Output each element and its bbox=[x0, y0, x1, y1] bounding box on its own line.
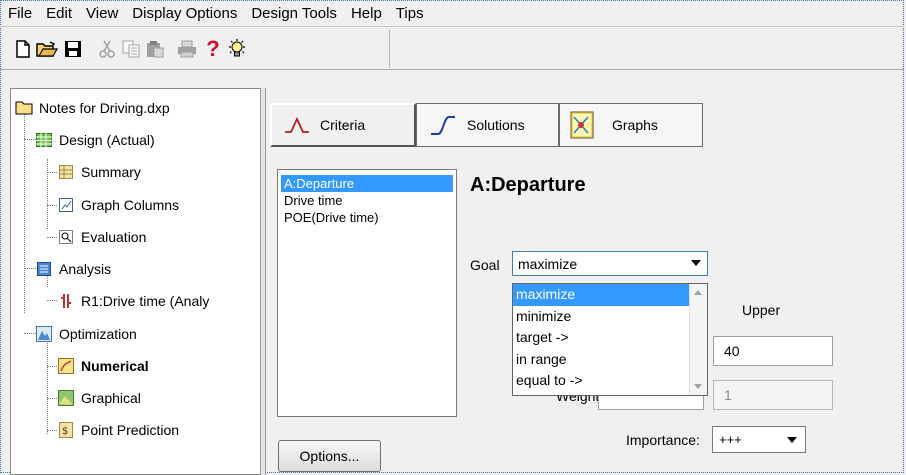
tree-item-label: Design (Actual) bbox=[59, 132, 155, 148]
point-prediction-icon: $ bbox=[57, 421, 75, 439]
tree-connector bbox=[47, 172, 57, 173]
tree-item-r1-drive-time[interactable]: R1:Drive time (Analy bbox=[57, 290, 209, 312]
chevron-down-icon bbox=[787, 437, 797, 443]
goal-select[interactable]: maximize bbox=[512, 251, 708, 276]
tree-item-label: Point Prediction bbox=[81, 422, 180, 438]
menu-help[interactable]: Help bbox=[344, 3, 389, 25]
tree-connector bbox=[47, 159, 48, 229]
menu-display-options[interactable]: Display Options bbox=[125, 3, 244, 25]
tree-connector bbox=[47, 398, 57, 399]
pane-splitter[interactable] bbox=[260, 88, 266, 475]
importance-select[interactable]: +++ bbox=[712, 426, 806, 453]
print-icon[interactable] bbox=[176, 38, 198, 60]
graphs-icon bbox=[570, 111, 594, 139]
graph-columns-icon bbox=[57, 196, 75, 214]
menu-edit[interactable]: Edit bbox=[39, 3, 79, 25]
cut-icon[interactable] bbox=[96, 38, 118, 60]
criterion-heading: A:Departure bbox=[470, 174, 586, 196]
save-icon[interactable] bbox=[62, 38, 84, 60]
dropdown-scrollbar[interactable] bbox=[689, 284, 707, 395]
goal-option-minimize[interactable]: minimize bbox=[513, 306, 689, 328]
goal-option-equal-to[interactable]: equal to -> bbox=[513, 370, 689, 392]
summary-table-icon bbox=[57, 163, 75, 181]
tree-item-label: Optimization bbox=[59, 326, 137, 342]
tree-item-summary[interactable]: Summary bbox=[57, 161, 141, 183]
tree-item-design[interactable]: Design (Actual) bbox=[35, 129, 155, 151]
tree-item-analysis[interactable]: Analysis bbox=[35, 258, 111, 280]
tree-item-label: Notes for Driving.dxp bbox=[39, 100, 170, 116]
menu-divider bbox=[0, 26, 904, 27]
criteria-icon bbox=[284, 117, 310, 133]
numerical-icon bbox=[57, 357, 75, 375]
tree-item-graph-columns[interactable]: Graph Columns bbox=[57, 194, 179, 216]
tree-item-point-prediction[interactable]: $ Point Prediction bbox=[57, 419, 179, 441]
list-item[interactable]: Drive time bbox=[281, 192, 453, 209]
tree-connector bbox=[47, 205, 57, 206]
chevron-down-icon bbox=[691, 260, 701, 266]
paste-icon[interactable] bbox=[144, 38, 166, 60]
toolbar: ? bbox=[4, 30, 390, 68]
new-file-icon[interactable] bbox=[12, 38, 34, 60]
tree-item-label: Summary bbox=[81, 164, 141, 180]
toolbar-divider bbox=[0, 69, 904, 70]
svg-text:$: $ bbox=[62, 426, 68, 437]
help-icon[interactable]: ? bbox=[202, 36, 224, 61]
upper-limit-label: Upper bbox=[742, 302, 781, 318]
tree-item-label: Analysis bbox=[59, 261, 112, 277]
list-item[interactable]: A:Departure bbox=[281, 175, 453, 192]
tree-item-root[interactable]: Notes for Driving.dxp bbox=[15, 97, 170, 119]
graphical-icon bbox=[57, 389, 75, 407]
tree-connector bbox=[47, 339, 48, 434]
tree-item-numerical[interactable]: Numerical bbox=[57, 355, 149, 377]
tree-item-optimization[interactable]: Optimization bbox=[35, 323, 137, 345]
tree-connector bbox=[24, 113, 25, 313]
tab-graphs[interactable]: Graphs bbox=[559, 103, 703, 147]
goal-label: Goal bbox=[470, 257, 500, 273]
tab-criteria[interactable]: Criteria bbox=[270, 103, 416, 147]
goal-option-in-range[interactable]: in range bbox=[513, 349, 689, 371]
upper-limit-field[interactable]: 40 bbox=[713, 336, 833, 366]
response-icon bbox=[57, 292, 75, 310]
tree-connector bbox=[47, 300, 57, 301]
menu-file[interactable]: File bbox=[4, 3, 39, 25]
folder-icon bbox=[15, 99, 33, 117]
design-tree: Notes for Driving.dxp Design (Actual) Su… bbox=[10, 88, 261, 475]
menu-design-tools[interactable]: Design Tools bbox=[244, 3, 344, 25]
tree-connector bbox=[47, 366, 57, 367]
tree-item-label: R1:Drive time (Analy bbox=[81, 293, 210, 309]
copy-icon[interactable] bbox=[120, 38, 142, 60]
menu-view[interactable]: View bbox=[79, 3, 125, 25]
open-folder-icon[interactable] bbox=[36, 38, 58, 60]
tree-item-label: Evaluation bbox=[81, 229, 147, 245]
solutions-icon bbox=[429, 114, 457, 136]
tree-item-label: Numerical bbox=[81, 358, 149, 374]
scroll-up-icon[interactable] bbox=[694, 290, 702, 295]
optimization-icon bbox=[35, 325, 53, 343]
upper-weight-field[interactable]: 1 bbox=[713, 380, 833, 410]
criteria-list[interactable]: A:Departure Drive time POE(Drive time) bbox=[277, 169, 457, 417]
menu-bar: File Edit View Display Options Design To… bbox=[4, 3, 431, 25]
tree-connector bbox=[47, 237, 57, 238]
menu-tips[interactable]: Tips bbox=[389, 3, 431, 25]
analysis-icon bbox=[35, 260, 53, 278]
tree-item-graphical[interactable]: Graphical bbox=[57, 387, 141, 409]
tips-lightbulb-icon[interactable] bbox=[226, 38, 248, 60]
goal-dropdown-list: maximize minimize target -> in range equ… bbox=[512, 283, 708, 396]
tree-item-label: Graphical bbox=[81, 390, 141, 406]
tab-solutions[interactable]: Solutions bbox=[416, 103, 559, 147]
list-item[interactable]: POE(Drive time) bbox=[281, 209, 453, 226]
tree-item-evaluation[interactable]: Evaluation bbox=[57, 226, 146, 248]
spreadsheet-icon bbox=[35, 131, 53, 149]
scroll-down-icon[interactable] bbox=[694, 384, 702, 389]
evaluation-icon bbox=[57, 228, 75, 246]
options-button[interactable]: Options... bbox=[278, 440, 381, 472]
goal-option-maximize[interactable]: maximize bbox=[513, 284, 689, 306]
importance-label: Importance: bbox=[626, 432, 700, 448]
goal-option-target[interactable]: target -> bbox=[513, 327, 689, 349]
tree-item-label: Graph Columns bbox=[81, 197, 180, 213]
tree-connector bbox=[47, 430, 57, 431]
